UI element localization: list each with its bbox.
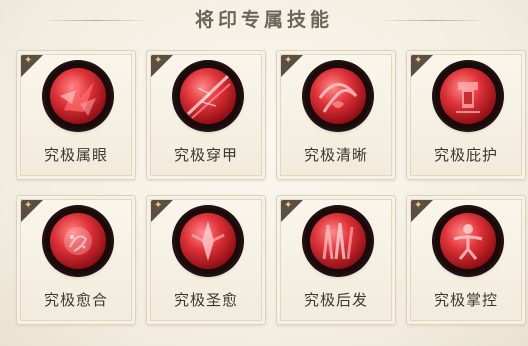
skill-card-6[interactable]: ✦ 究极圣愈: [146, 195, 266, 325]
piercing-slash-icon: [175, 63, 241, 129]
holy-heal-icon: [175, 208, 241, 274]
skill-label: 究极穿甲: [173, 146, 238, 164]
skill-card-5[interactable]: ✦ 究极愈合: [16, 195, 136, 325]
skill-card-8[interactable]: ✦ 究极掌控: [406, 195, 526, 325]
title-divider-left: [40, 20, 150, 21]
star-icon: ✦: [284, 55, 293, 66]
skill-label: 究极掌控: [433, 291, 498, 309]
skill-label: 究极清晰: [303, 146, 368, 164]
skill-panel: 将印专属技能 ✦ 究极属眼 ✦ 究极穿甲 ✦ 究极清晰 ✦ 究极庇护 ✦ 究极愈…: [0, 0, 528, 346]
panel-title: 将印专属技能: [194, 8, 333, 31]
star-icon: ✦: [24, 55, 33, 66]
counter-strike-icon: [305, 208, 371, 274]
skill-card-7[interactable]: ✦ 究极后发: [276, 195, 396, 325]
star-icon: ✦: [414, 55, 423, 66]
skill-label: 究极圣愈: [173, 291, 238, 309]
star-icon: ✦: [414, 200, 423, 211]
skill-card-1[interactable]: ✦ 究极属眼: [16, 50, 136, 180]
control-figure-icon: [435, 208, 501, 274]
skill-card-2[interactable]: ✦ 究极穿甲: [146, 50, 266, 180]
star-icon: ✦: [24, 200, 33, 211]
skill-label: 究极属眼: [43, 146, 108, 164]
skill-label: 究极后发: [303, 291, 368, 309]
star-icon: ✦: [154, 200, 163, 211]
title-bar: 将印专属技能: [0, 0, 528, 36]
skill-label: 究极愈合: [43, 291, 108, 309]
star-icon: ✦: [284, 200, 293, 211]
claw-burst-icon: [45, 63, 111, 129]
skill-card-4[interactable]: ✦ 究极庇护: [406, 50, 526, 180]
star-icon: ✦: [154, 55, 163, 66]
skill-label: 究极庇护: [433, 146, 498, 164]
title-divider-right: [378, 20, 488, 21]
swirl-heart-icon: [305, 63, 371, 129]
skill-card-3[interactable]: ✦ 究极清晰: [276, 50, 396, 180]
shield-bell-icon: [435, 63, 501, 129]
healing-glow-icon: [45, 208, 111, 274]
skill-grid: ✦ 究极属眼 ✦ 究极穿甲 ✦ 究极清晰 ✦ 究极庇护 ✦ 究极愈合 ✦ 究极圣…: [14, 50, 526, 340]
